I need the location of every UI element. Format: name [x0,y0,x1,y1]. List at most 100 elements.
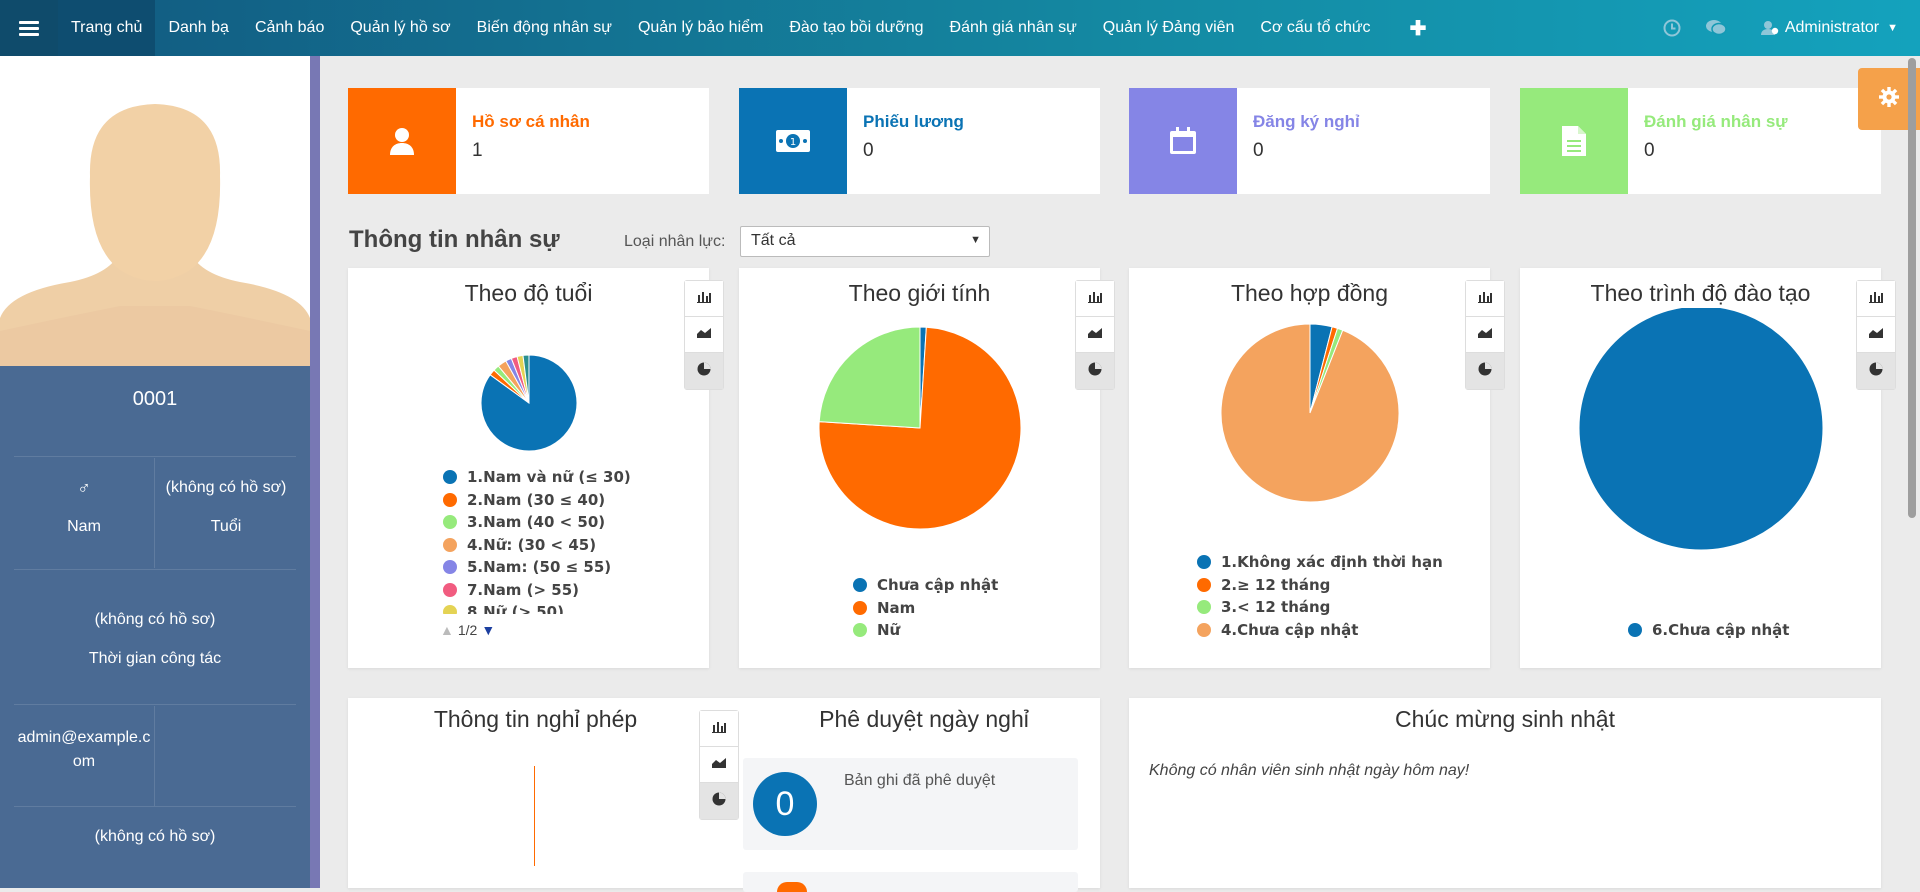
divider [154,706,155,806]
filter-label: Loại nhân lực: [624,233,726,250]
legend-label: 3.< 12 tháng [1221,598,1331,617]
svg-text:1: 1 [790,137,796,148]
chart-legend: Chưa cập nhật Nam Nữ [853,574,998,642]
page-scrollbar[interactable] [1908,58,1916,518]
contract-pie-chart [1220,323,1400,503]
legend-item[interactable]: Nữ [853,619,998,642]
plus-icon: ✚ [1409,17,1427,40]
legend-swatch [1197,600,1211,615]
calendar-icon [1129,88,1237,194]
stat-value: 1 [472,140,483,161]
email-value: admin@example.c om [17,729,151,770]
chart-legend: 6.Chưa cập nhật [1628,619,1789,642]
legend-label: 7.Nam (> 55) [467,580,580,599]
legend-swatch [443,515,457,530]
stat-card-evaluation[interactable]: Đánh giá nhân sự 0 [1520,88,1881,194]
nav-profile-management[interactable]: Quản lý hồ sơ [337,0,463,56]
nav-party-members[interactable]: Quản lý Đảng viên [1090,0,1248,56]
divider [14,569,296,570]
bar-chart-button[interactable] [700,711,738,747]
area-chart-icon [696,325,712,344]
area-chart-button[interactable] [700,747,738,783]
bar-chart-icon [696,289,712,308]
legend-item[interactable]: 2.≥ 12 tháng [1197,574,1443,597]
chart-title: Theo hợp đồng [1230,280,1389,306]
chart-toolbar [699,710,739,820]
legend-item[interactable]: 2.Nam (30 ≤ 40) [443,489,631,512]
chart-title: Theo trình độ đào tạo [1590,280,1811,306]
bar-chart-button[interactable] [685,281,723,317]
bar-chart-button[interactable] [1076,281,1114,317]
nav-add-button[interactable]: ✚ [1384,0,1457,56]
bar-chart-button[interactable] [1466,281,1504,317]
chart-card-gender: Theo giới tính Chưa cập nhật Nam Nữ [739,268,1115,668]
menu-toggle-button[interactable] [0,0,58,56]
nav-alerts[interactable]: Cảnh báo [242,0,337,56]
pie-slice[interactable] [1220,323,1400,503]
legend-swatch [443,605,457,614]
area-chart-icon [1477,325,1493,344]
legend-label: Nam [877,598,916,617]
area-chart-button[interactable] [685,317,723,353]
legend-label: 1.Không xác định thời hạn [1221,553,1443,572]
chart-toolbar [684,280,724,390]
legend-item[interactable]: 5.Nam: (50 ≤ 55) [443,556,631,579]
divider [14,806,296,807]
chevron-down-icon: ▼ [1887,22,1898,34]
legend-swatch [1197,555,1211,570]
arrow-down-icon[interactable]: ▼ [481,622,495,638]
legend-item[interactable]: 7.Nam (> 55) [443,579,631,602]
legend-swatch [443,492,457,507]
stat-card-leave-request[interactable]: Đăng ký nghỉ 0 [1129,88,1490,194]
divider [154,458,155,568]
user-cog-icon [1760,21,1779,35]
area-chart-button[interactable] [1466,317,1504,353]
arrow-up-icon[interactable]: ▲ [440,622,454,638]
workforce-type-select[interactable]: Tất cả ▼ [740,226,990,257]
approval-count: 0 [753,772,817,836]
chat-icon[interactable] [1705,19,1727,37]
pie-slice[interactable] [1578,308,1824,551]
stat-label: Đánh giá nhân sự [1644,112,1788,131]
approval-title: Phê duyệt ngày nghỉ [819,706,1029,732]
area-chart-button[interactable] [1076,317,1114,353]
approval-row [743,872,1078,892]
legend-item[interactable]: Chưa cập nhật [853,574,998,597]
legend-item[interactable]: 1.Nam và nữ (≤ 30) [443,466,631,489]
nav-insurance[interactable]: Quản lý bảo hiểm [625,0,776,56]
legend-item[interactable]: 4.Chưa cập nhật [1197,619,1443,642]
area-chart-button[interactable] [1857,317,1895,353]
pie-chart-button[interactable] [685,353,723,389]
legend-item[interactable]: 3.< 12 tháng [1197,596,1443,619]
legend-label: 2.≥ 12 tháng [1221,575,1331,594]
chart-title: Theo giới tính [848,280,991,306]
pie-chart-button[interactable] [1466,353,1504,389]
legend-item[interactable]: 8.Nữ (> 50) [443,601,631,614]
nav-contacts[interactable]: Danh bạ [155,0,242,56]
legend-item[interactable]: 6.Chưa cập nhật [1628,619,1789,642]
nav-org-structure[interactable]: Cơ cấu tổ chức [1247,0,1383,56]
stat-card-payslip[interactable]: 1 Phiếu lương 0 [739,88,1100,194]
work-time-label: Thời gian công tác [88,650,222,667]
chart-card-contract: Theo hợp đồng 1.Không xác định thời hạn 2… [1129,268,1505,668]
pie-chart-button[interactable] [1076,353,1114,389]
clock-icon[interactable] [1663,19,1681,37]
stat-card-profile[interactable]: Hồ sơ cá nhân 1 [348,88,709,194]
nav-evaluation[interactable]: Đánh giá nhân sự [937,0,1090,56]
nav-training[interactable]: Đào tạo bồi dưỡng [776,0,936,56]
pie-chart-button[interactable] [700,783,738,819]
legend-item[interactable]: 4.Nữ: (30 < 45) [443,534,631,557]
nav-personnel-changes[interactable]: Biến động nhân sự [464,0,625,56]
legend-item[interactable]: Nam [853,597,998,620]
pie-slice[interactable] [818,326,921,429]
bar-chart-button[interactable] [1857,281,1895,317]
user-menu[interactable]: Administrator ▼ [1760,19,1898,37]
chart-legend: 1.Không xác định thời hạn 2.≥ 12 tháng 3.<… [1197,551,1443,641]
pie-chart-button[interactable] [1857,353,1895,389]
approval-row: 0 Bản ghi đã phê duyệt [743,758,1078,850]
legend-label: 6.Chưa cập nhật [1652,621,1790,640]
legend-item[interactable]: 3.Nam (40 < 50) [443,511,631,534]
nav-home[interactable]: Trang chủ [58,0,156,56]
legend-swatch [443,537,457,552]
legend-item[interactable]: 1.Không xác định thời hạn [1197,551,1443,574]
